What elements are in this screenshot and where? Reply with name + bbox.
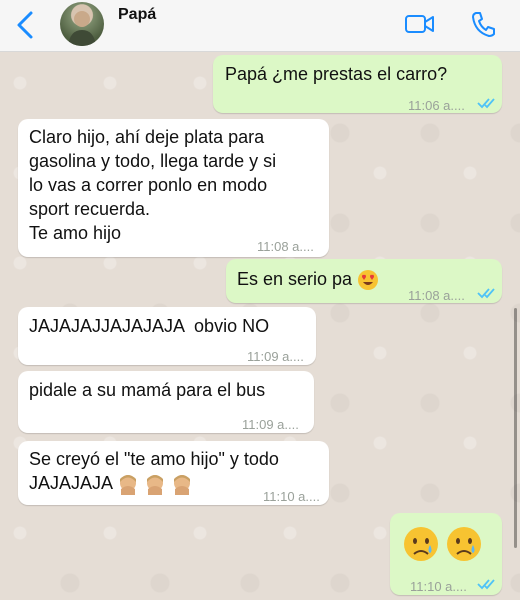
back-arrow-icon [17,11,33,39]
phone-call-icon [472,12,495,37]
message-line: Te amo hijo [29,223,122,243]
message-line: lo vas a correr ponlo en modo [29,175,268,195]
message-time: 11:09 a.... [247,349,304,364]
double-check-icon [477,579,495,590]
message-text: JAJAJAJJAJAJAJA obvio NO [29,316,270,336]
message-line: JAJAJAJA [29,473,113,493]
message-incoming[interactable]: Se creyó el "te amo hijo" y todo JAJAJAJ… [18,441,329,505]
double-check-icon [477,288,495,299]
crying-emoji-group [402,525,483,563]
facepalm-emoji-group [117,473,193,496]
contact-name[interactable]: Papá [118,6,156,24]
video-call-button[interactable] [404,12,436,36]
facepalm-emoji [174,475,191,496]
message-incoming[interactable]: Claro hijo, ahí deje plata para gasolina… [18,119,329,257]
crying-face-emoji [404,527,438,561]
chat-scrollbar[interactable] [514,308,517,548]
double-check-icon [477,98,495,109]
phone-call-button[interactable] [470,10,496,38]
video-call-icon [405,15,434,33]
message-outgoing[interactable]: 11:10 a.... [390,513,502,595]
message-outgoing[interactable]: Papá ¿me prestas el carro? 11:06 a.... [213,55,502,113]
chat-header: Papá [0,0,520,52]
message-text: Es en serio pa [237,267,379,291]
facepalm-emoji [120,475,137,496]
message-time: 11:10 a.... [410,579,467,594]
heart-eyes-emoji [358,270,379,291]
message-line: sport recuerda. [29,199,151,219]
avatar-photo [68,11,96,46]
message-outgoing[interactable]: Es en serio pa 11:08 a.... [226,259,502,303]
message-text: Claro hijo, ahí deje plata para gasolina… [29,125,276,245]
message-line-2: JAJAJAJA [29,471,279,496]
message-time: 11:08 a.... [408,288,465,303]
message-text: Se creyó el "te amo hijo" y todo JAJAJAJ… [29,447,279,496]
message-time: 11:10 a.... [263,489,320,504]
message-line: Claro hijo, ahí deje plata para [29,127,265,147]
message-text-content: Es en serio pa [237,269,353,289]
message-time: 11:06 a.... [408,98,465,113]
message-incoming[interactable]: JAJAJAJJAJAJAJA obvio NO 11:09 a.... [18,307,316,365]
message-time: 11:09 a.... [242,417,299,432]
facepalm-emoji [147,475,164,496]
message-line: Se creyó el "te amo hijo" y todo [29,449,279,469]
message-line: gasolina y todo, llega tarde y si [29,151,277,171]
message-time: 11:08 a.... [257,239,314,254]
message-incoming[interactable]: pidale a su mamá para el bus 11:09 a.... [18,371,314,433]
chat-area[interactable]: Papá ¿me prestas el carro? 11:06 a.... C… [0,53,520,600]
crying-face-emoji [447,527,482,561]
back-button[interactable] [10,8,40,42]
contact-avatar[interactable] [60,2,104,46]
message-text: Papá ¿me prestas el carro? [225,64,448,84]
message-text: pidale a su mamá para el bus [29,380,266,400]
